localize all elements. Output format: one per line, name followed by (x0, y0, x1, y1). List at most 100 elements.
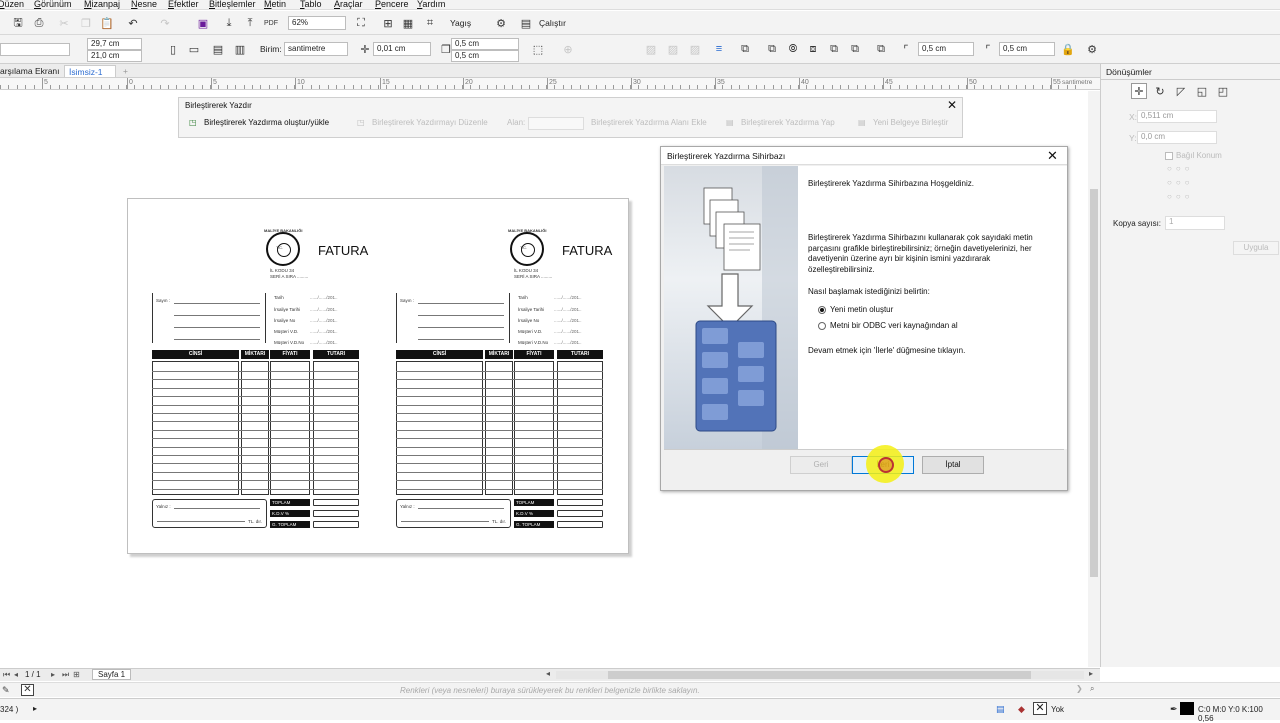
guidelines-icon[interactable]: ⌗ (422, 15, 438, 31)
scroll-left-icon[interactable]: ◂ (546, 669, 550, 678)
intersect-icon[interactable]: ⧉ (826, 41, 842, 57)
corel-app-icon[interactable]: ▣ (195, 15, 211, 31)
dup-x-field[interactable]: 0,5 cm (451, 38, 519, 50)
weld-icon[interactable]: ⦾ (785, 41, 801, 57)
perform-merge-button[interactable]: Birleştirerek Yazdırma Yap (741, 118, 835, 127)
menu-text[interactable]: Metin (264, 0, 286, 9)
save-icon[interactable]: 🖫 (10, 15, 26, 31)
rulers-icon[interactable]: ⊞ (380, 15, 396, 31)
paste-icon[interactable]: 📋 (99, 15, 115, 31)
document-page[interactable]: T.C. MALİYE BAKANLIĞI FATURA İL KODU 34 SERİ… (127, 198, 629, 554)
menu-effects[interactable]: Efektler (168, 0, 199, 9)
palette-expand-icon[interactable]: ❯ (1076, 684, 1083, 693)
scale-mirror-icon[interactable]: ◸ (1173, 83, 1189, 99)
front-minus-back-icon[interactable]: ⧉ (873, 41, 889, 57)
menu-help[interactable]: Yardım (417, 0, 445, 9)
settings-icon[interactable]: ⚙ (1084, 41, 1100, 57)
publish-dropdown[interactable]: Yagış (450, 18, 471, 28)
last-page-icon[interactable]: ⏭ (62, 670, 69, 680)
menu-edit[interactable]: Düzen (0, 0, 24, 9)
zoom-palette-icon[interactable]: ⌕ (1090, 684, 1094, 694)
corner-radius-field-2[interactable]: 0,5 cm (999, 42, 1055, 56)
group-icon[interactable]: ⧉ (737, 41, 753, 57)
edit-merge-button[interactable]: Birleştirerek Yazdırmayı Düzenle (372, 118, 488, 127)
corner-radius-field-1[interactable]: 0,5 cm (918, 42, 974, 56)
import-icon[interactable]: ⤓ (221, 15, 237, 31)
menu-window[interactable]: Pencere (375, 0, 409, 9)
combine-icon[interactable]: ⧉ (764, 41, 780, 57)
launch-dropdown[interactable]: Çalıştır (539, 18, 566, 28)
tab-document[interactable]: İsimsiz-1 (64, 65, 116, 77)
anchor-grid-row2[interactable]: ○○○ (1167, 178, 1194, 187)
page-tab-1[interactable]: Sayfa 1 (92, 669, 132, 680)
wrap-icon-2[interactable]: ▨ (665, 41, 681, 57)
page-width-field[interactable]: 29,7 cm (87, 38, 142, 50)
full-screen-icon[interactable]: ⛶ (353, 15, 369, 31)
add-page-icon[interactable]: ⊞ (73, 670, 80, 679)
create-load-button[interactable]: Birleştirerek Yazdırma oluştur/yükle (204, 118, 329, 127)
wrap-icon-1[interactable]: ▨ (643, 41, 659, 57)
tab-welcome[interactable]: arşılama Ekranı (0, 65, 64, 77)
export-icon[interactable]: ⤒ (242, 15, 258, 31)
menu-bitmaps[interactable]: Bitleşlemler (209, 0, 256, 9)
first-page-icon[interactable]: ⏮ (3, 670, 10, 680)
x-position-field[interactable]: 0,511 cm (1137, 110, 1217, 123)
menu-table[interactable]: Tablo (300, 0, 322, 9)
wizard-close-icon[interactable]: ✕ (1047, 148, 1058, 164)
next-page-icon[interactable]: ▸ (51, 670, 55, 679)
add-frame-icon[interactable]: ⊕ (560, 41, 576, 57)
relative-position-checkbox[interactable] (1165, 152, 1173, 160)
color-proof-icon[interactable]: ▤ (996, 704, 1005, 715)
all-pages-icon[interactable]: ▤ (210, 41, 226, 57)
grid-icon[interactable]: ▦ (400, 15, 416, 31)
portrait-icon[interactable]: ▯ (165, 41, 181, 57)
vertical-scrollbar[interactable] (1088, 91, 1100, 667)
unit-select[interactable]: santimetre (284, 42, 348, 56)
dup-y-field[interactable]: 0,5 cm (451, 50, 519, 62)
horizontal-scrollbar[interactable] (556, 671, 1084, 679)
current-page-icon[interactable]: ▥ (232, 41, 248, 57)
field-select[interactable] (528, 117, 584, 130)
align-icon[interactable]: ≡ (711, 41, 727, 57)
option-new-text-radio[interactable] (818, 306, 826, 314)
no-color-swatch[interactable]: ✕ (21, 684, 34, 696)
skew-tool-icon[interactable]: ◰ (1215, 83, 1231, 99)
redo-icon[interactable]: ↷ (157, 15, 173, 31)
option-odbc-label[interactable]: Metni bir ODBC veri kaynağından al (830, 321, 1030, 332)
lock-icon[interactable]: 🔒 (1060, 41, 1076, 57)
cancel-button[interactable]: İptal (922, 456, 984, 474)
simplify-icon[interactable]: ⧉ (847, 41, 863, 57)
option-new-text-label[interactable]: Yeni metin oluştur (830, 305, 1030, 316)
launcher-icon[interactable]: ▤ (518, 15, 534, 31)
page-height-field[interactable]: 21,0 cm (87, 50, 142, 62)
horizontal-scroll-thumb[interactable] (608, 671, 1031, 679)
insert-field-button[interactable]: Birleştirerek Yazdırma Alanı Ekle (591, 118, 707, 127)
wrap-icon-3[interactable]: ▨ (687, 41, 703, 57)
position-tool-icon[interactable]: ✛ (1131, 83, 1147, 99)
vertical-scroll-thumb[interactable] (1090, 189, 1098, 577)
merge-new-doc-button[interactable]: Yeni Belgeye Birleştir (873, 118, 948, 127)
landscape-icon[interactable]: ▭ (186, 41, 202, 57)
trim-icon[interactable]: ⧈ (805, 41, 821, 57)
add-tab-icon[interactable]: + (119, 65, 132, 77)
copies-field[interactable]: 1 (1165, 216, 1225, 230)
zoom-select[interactable]: 62% (288, 16, 346, 30)
pdf-icon[interactable]: PDF (263, 15, 279, 31)
paper-size-select[interactable] (0, 43, 70, 56)
nudge-field[interactable]: 0,01 cm (373, 42, 431, 56)
back-button[interactable]: Geri (790, 456, 852, 474)
page-border-icon[interactable]: ⬚ (530, 41, 546, 57)
print-icon[interactable]: ⎙ (31, 15, 47, 31)
size-tool-icon[interactable]: ◱ (1194, 83, 1210, 99)
scroll-right-icon[interactable]: ▸ (1089, 669, 1093, 678)
menu-tools[interactable]: Araçlar (334, 0, 363, 9)
rotate-tool-icon[interactable]: ↻ (1152, 83, 1168, 99)
undo-icon[interactable]: ↶ (125, 15, 141, 31)
status-arrow-icon[interactable]: ▸ (33, 704, 37, 713)
cut-icon[interactable]: ✂ (56, 15, 72, 31)
anchor-grid-row1[interactable]: ○○○ (1167, 164, 1194, 173)
prev-page-icon[interactable]: ◂ (14, 670, 18, 679)
outline-color-swatch[interactable] (1180, 702, 1194, 715)
copy-icon[interactable]: ❐ (78, 15, 94, 31)
menu-object[interactable]: Nesne (131, 0, 157, 9)
